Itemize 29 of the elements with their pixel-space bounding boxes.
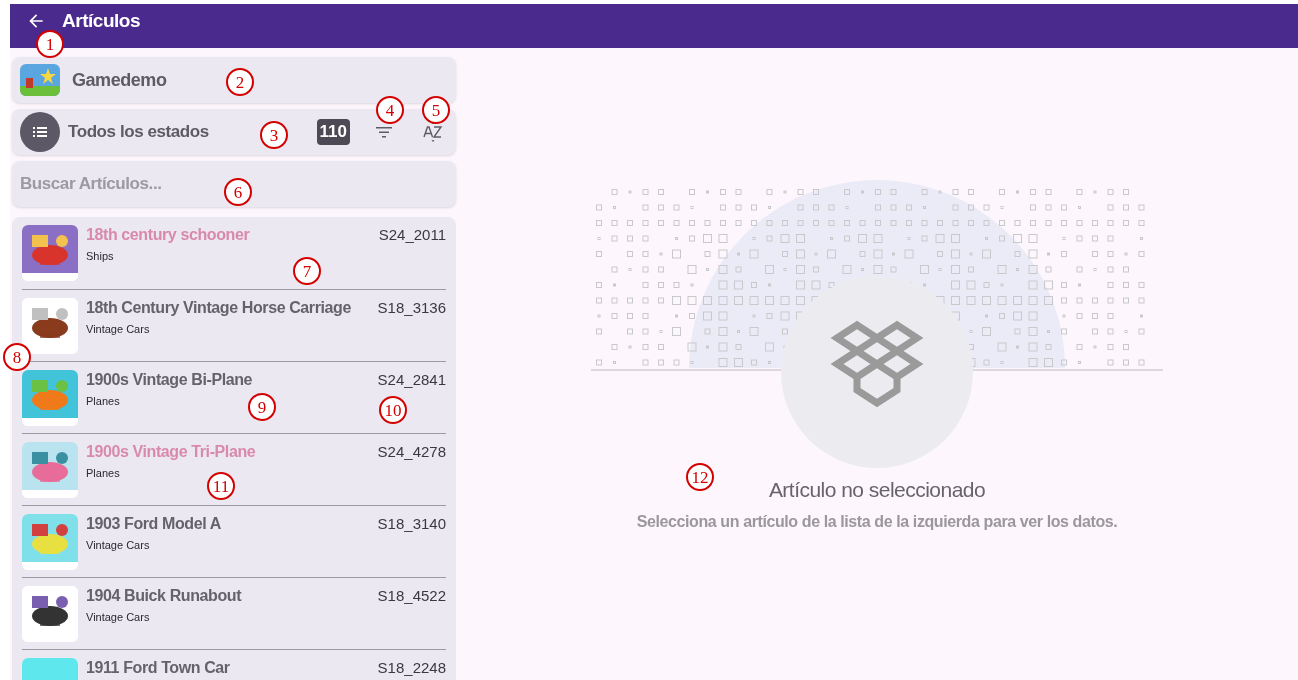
article-code: S24_2011 xyxy=(378,225,446,245)
article-code: S18_2248 xyxy=(377,658,446,678)
status-filter-label[interactable]: Todos los estados xyxy=(68,119,209,145)
filter-icon[interactable] xyxy=(374,124,394,140)
article-code: S24_4278 xyxy=(377,442,446,462)
article-code: S24_2841 xyxy=(377,370,446,390)
callout-marker: 8 xyxy=(3,343,31,371)
article-name: 1903 Ford Model A xyxy=(86,514,221,534)
article-code: S18_3140 xyxy=(377,514,446,534)
article-name: 1900s Vintage Bi-Plane xyxy=(86,370,253,390)
empty-state-message: Selecciona un artículo de la lista de la izquierda para ver los datos. xyxy=(636,511,1118,532)
article-name: 18th century schooner xyxy=(86,225,250,245)
article-code: S18_3136 xyxy=(377,298,446,318)
count-badge: 110 xyxy=(316,119,350,145)
article-name: 18th Century Vintage Horse Carriage xyxy=(86,298,351,318)
article-category: Vintage Cars xyxy=(86,538,150,553)
article-category: Planes xyxy=(86,466,120,481)
company-name: Gamedemo xyxy=(72,68,167,92)
article-category: Vintage Cars xyxy=(86,610,150,625)
page-title: Artículos xyxy=(62,8,141,33)
article-name: 1904 Buick Runabout xyxy=(86,586,242,606)
empty-state-title: Artículo no seleccionado xyxy=(768,477,986,503)
article-name: 1900s Vintage Tri-Plane xyxy=(86,442,256,462)
article-category: Ships xyxy=(86,249,114,264)
article-category: Planes xyxy=(86,394,120,409)
list-icon[interactable] xyxy=(20,112,60,152)
article-name: 1911 Ford Town Car xyxy=(86,658,230,678)
article-category: Vintage Cars xyxy=(86,322,150,337)
article-code: S18_4522 xyxy=(377,586,446,606)
